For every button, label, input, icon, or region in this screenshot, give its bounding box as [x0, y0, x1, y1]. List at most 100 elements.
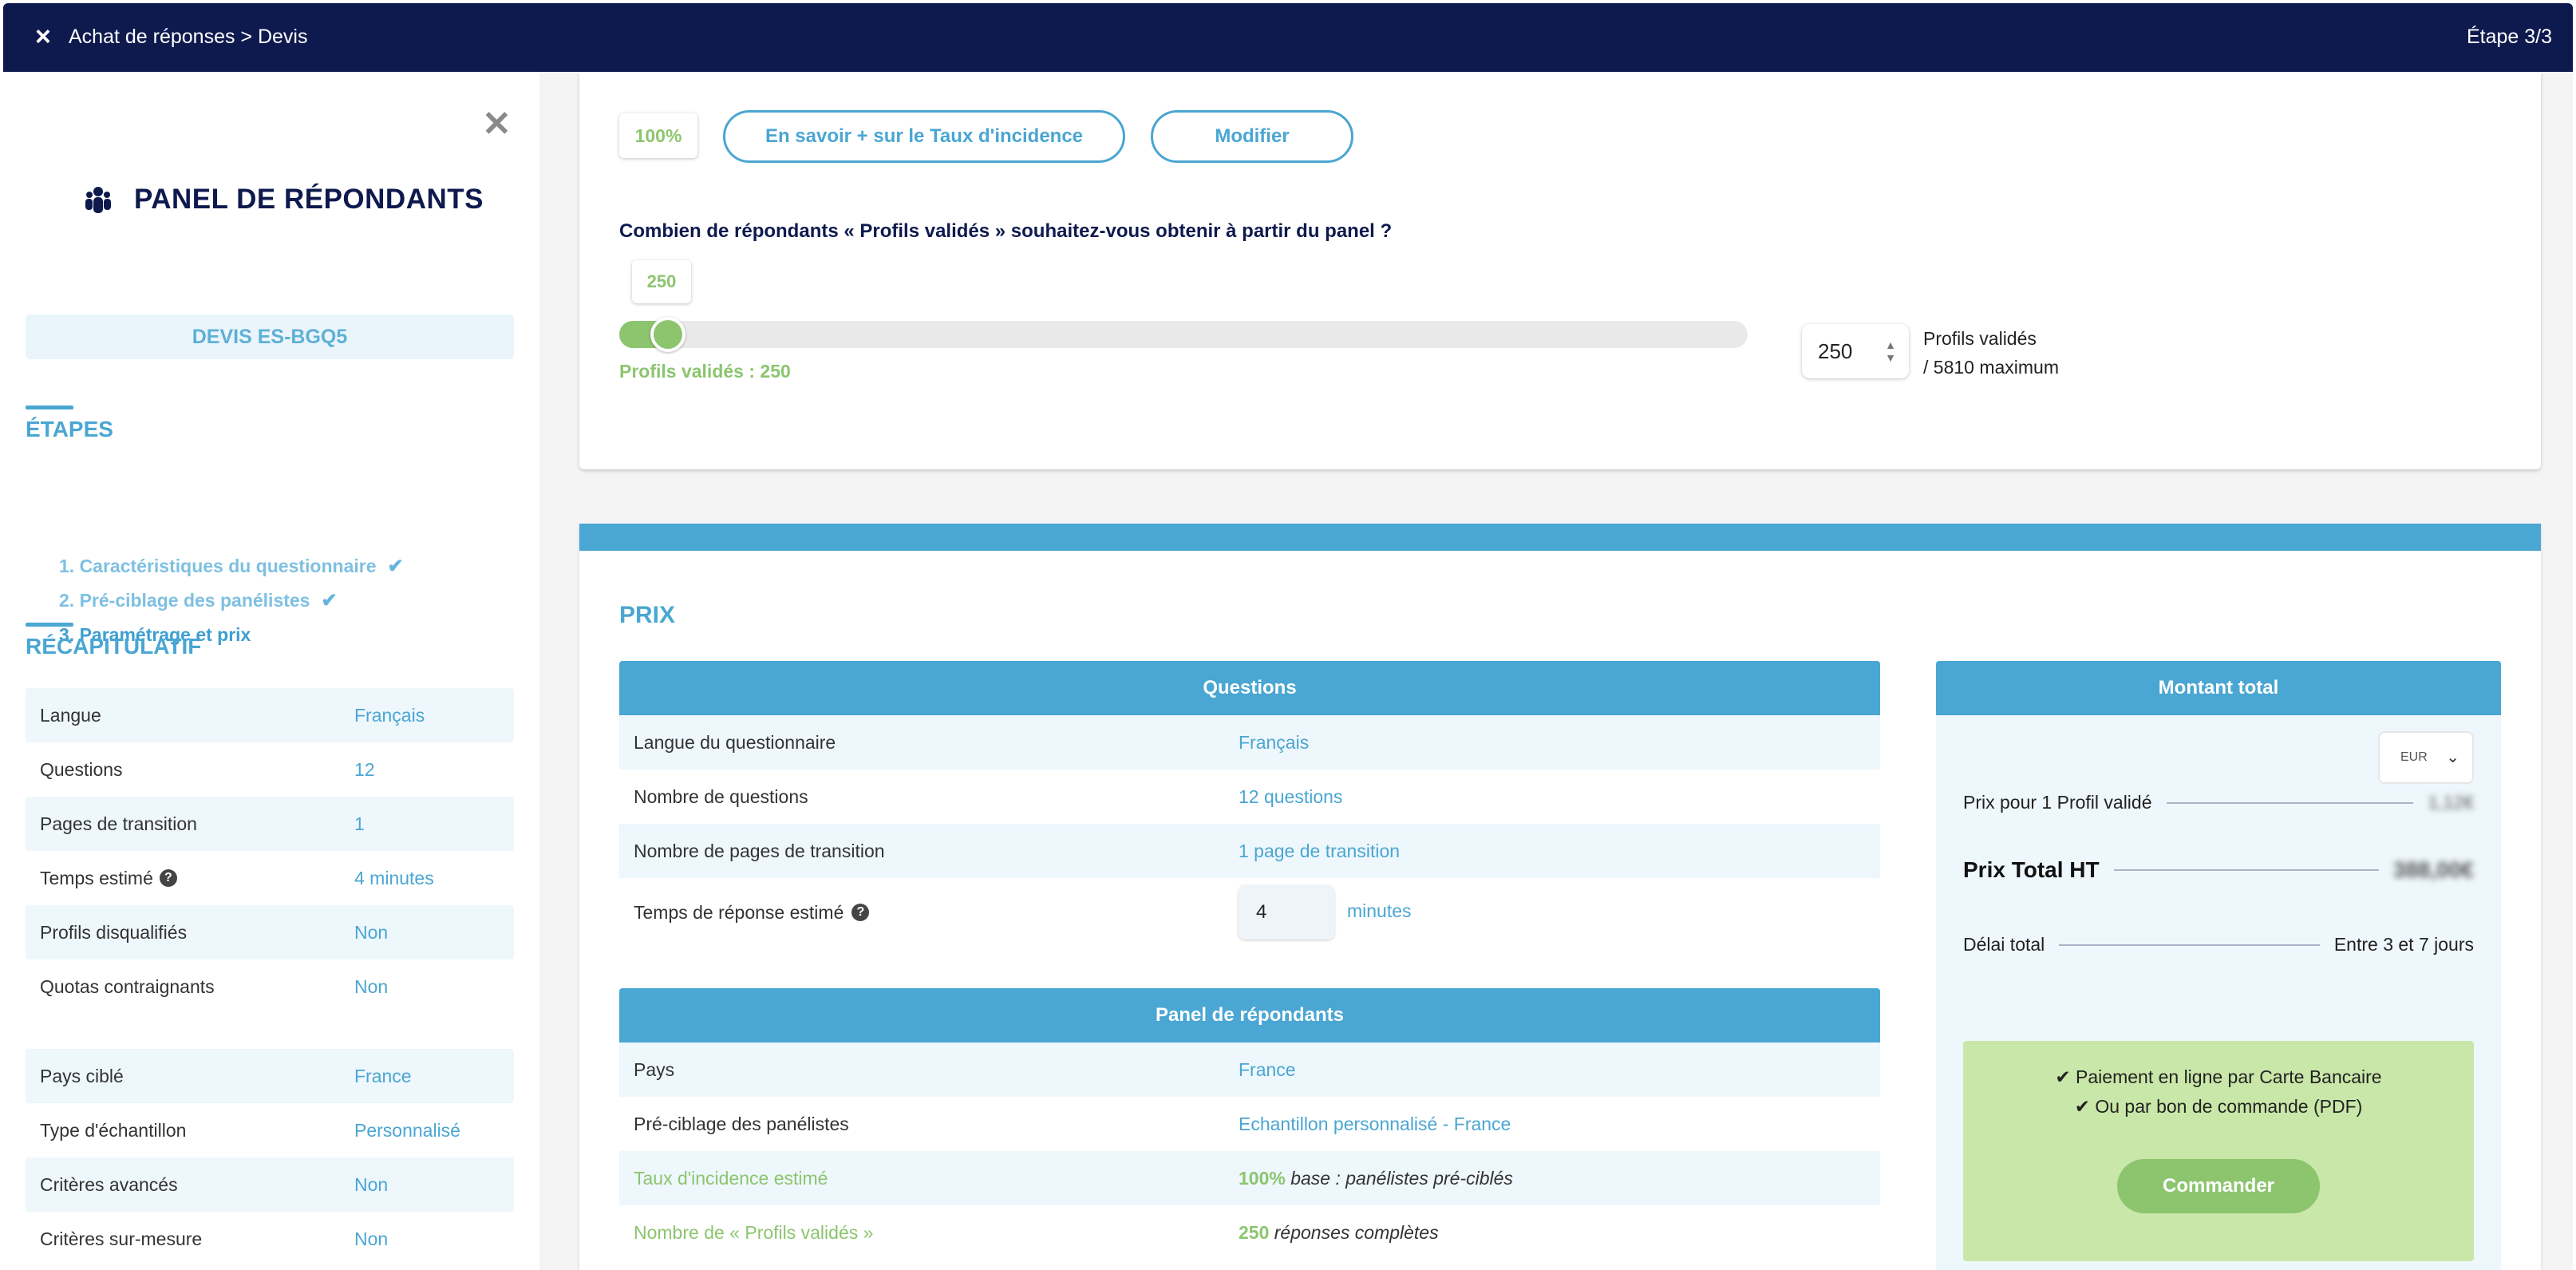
payment-option-text: Paiement en ligne par Carte Bancaire — [2076, 1066, 2382, 1087]
table-row: Nombre de pages de transition 1 page de t… — [619, 824, 1880, 878]
recap-row: Questions 12 — [26, 742, 514, 797]
respondents-number-input[interactable]: 250 ▲ ▼ — [1802, 324, 1909, 378]
people-icon — [85, 187, 111, 213]
step-item-2[interactable]: 2. Pré-ciblage des panélistes ✔ — [59, 584, 404, 618]
recap-value: 12 — [354, 758, 375, 780]
breadcrumb: Achat de réponses > Devis — [69, 26, 308, 48]
card-top-stripe — [579, 524, 2541, 551]
top-bar: × Achat de réponses > Devis Étape 3/3 — [3, 3, 2573, 72]
row-value: Echantillon personnalisé - France — [1239, 1113, 1511, 1134]
questions-table: Questions Langue du questionnaire Françai… — [619, 661, 1880, 947]
row-key: Pays — [634, 1058, 675, 1080]
modify-button[interactable]: Modifier — [1151, 110, 1353, 163]
row-value: France — [1239, 1058, 1296, 1080]
payment-option-1: ✔ Paiement en ligne par Carte Bancaire — [1963, 1066, 2474, 1088]
dotted-leader — [2166, 801, 2414, 804]
recap-key: Langue — [40, 704, 101, 726]
steps-heading: ÉTAPES — [26, 406, 113, 441]
panel-table-header: Panel de répondants — [619, 988, 1880, 1043]
number-input-value: 250 — [1818, 339, 1853, 363]
currency-select[interactable]: EUR ⌄ — [2378, 731, 2474, 784]
table-row: Pré-ciblage des panélistes Echantillon pe… — [619, 1097, 1880, 1151]
unit-price-label: Prix pour 1 Profil validé — [1963, 792, 2152, 813]
order-button[interactable]: Commander — [2117, 1159, 2320, 1213]
panel-table: Panel de répondants Pays France Pré-cibla… — [619, 988, 1880, 1260]
recap-value: 4 minutes — [354, 867, 434, 888]
row-key: Nombre de « Profils validés » — [634, 1221, 874, 1243]
respondents-slider[interactable] — [619, 317, 1748, 352]
total-header: Montant total — [1936, 661, 2501, 715]
table-row: Taux d'incidence estimé 100% base : panél… — [619, 1151, 1880, 1205]
spinner-icon[interactable]: ▲ ▼ — [1885, 338, 1896, 364]
recap-value: Non — [354, 921, 389, 943]
recap-key: Pages de transition — [40, 813, 197, 834]
total-panel: Montant total EUR ⌄ Prix pour 1 Profil va… — [1936, 661, 2501, 1270]
time-input[interactable]: 4 — [1239, 885, 1334, 940]
recap-key-with-help: Temps estimé? — [26, 868, 354, 889]
recap-row: Critères avancés Non — [26, 1157, 514, 1212]
respondents-question: Combien de répondants « Profils validés … — [619, 220, 1393, 242]
row-value: Français — [1239, 731, 1310, 753]
check-icon: ✔ — [2074, 1096, 2096, 1117]
devis-badge: DEVIS ES-BGQ5 — [26, 315, 514, 359]
table-row: Pays France — [619, 1043, 1880, 1097]
row-value: 100% base : panélistes pré-ciblés — [1239, 1168, 1513, 1189]
check-icon: ✔ — [2055, 1066, 2076, 1087]
check-icon: ✔ — [321, 590, 338, 611]
step-item-1[interactable]: 1. Caractéristiques du questionnaire ✔ — [59, 549, 404, 584]
row-value: 1 page de transition — [1239, 840, 1401, 861]
table-row: Nombre de « Profils validés » 250 réponse… — [619, 1205, 1880, 1260]
row-value: 4 minutes — [1239, 885, 1412, 940]
help-icon[interactable]: ? — [851, 904, 870, 921]
learn-more-button[interactable]: En savoir + sur le Taux d'incidence — [723, 110, 1125, 163]
max-label-line2: / 5810 maximum — [1923, 357, 2060, 378]
recap-row: Pages de transition 1 — [26, 797, 514, 851]
row-key: Nombre de questions — [634, 785, 808, 807]
row-key: Nombre de pages de transition — [634, 840, 885, 861]
max-label: Profils validés / 5810 maximum — [1923, 324, 2059, 382]
row-key: Langue du questionnaire — [634, 731, 836, 753]
total-price-value: 388,00€ — [2392, 857, 2474, 882]
row-key-with-help: Temps de réponse estimé? — [619, 902, 1239, 924]
delay-label: Délai total — [1963, 934, 2045, 955]
max-label-line1: Profils validés — [1923, 328, 2037, 349]
recap-row: Langue Français — [26, 688, 514, 742]
sidebar-close-icon[interactable]: ✕ — [482, 104, 512, 144]
recap-key: Critères avancés — [40, 1173, 178, 1195]
recap-value: Français — [354, 704, 425, 726]
slider-caption: Profils validés : 250 — [619, 361, 791, 382]
total-price-label: Prix Total HT — [1963, 857, 2100, 882]
sidebar-title-text: PANEL DE RÉPONDANTS — [134, 184, 484, 215]
unit-price-line: Prix pour 1 Profil validé 1,12€ — [1963, 792, 2474, 813]
table-row: Nombre de questions 12 questions — [619, 770, 1880, 824]
incidence-note: base : panélistes pré-ciblés — [1290, 1167, 1513, 1189]
step-label: 2. Pré-ciblage des panélistes — [59, 590, 310, 611]
incidence-badge: 100% — [619, 113, 697, 158]
currency-value: EUR — [2400, 750, 2428, 764]
recap-value: Non — [354, 975, 389, 997]
slider-handle[interactable] — [650, 317, 685, 352]
recap-value: 1 — [354, 813, 365, 834]
payment-option-2: ✔ Ou par bon de commande (PDF) — [1963, 1096, 2474, 1118]
sidebar: ✕ PANEL DE RÉPONDANTS DEVIS ES-BGQ5 ÉTAP… — [3, 72, 539, 1270]
profils-value: 250 — [1239, 1221, 1270, 1243]
step-label: 1. Caractéristiques du questionnaire — [59, 556, 377, 576]
delay-line: Délai total Entre 3 et 7 jours — [1963, 934, 2474, 955]
price-heading: PRIX — [619, 602, 676, 628]
table-row: Langue du questionnaire Français — [619, 715, 1880, 770]
row-key: Pré-ciblage des panélistes — [634, 1113, 849, 1134]
check-icon: ✔ — [387, 556, 404, 577]
payment-option-text: Ou par bon de commande (PDF) — [2095, 1096, 2363, 1117]
recap-key: Pays ciblé — [40, 1065, 124, 1086]
recap-key: Quotas contraignants — [40, 975, 215, 997]
row-value: 250 réponses complètes — [1239, 1222, 1439, 1244]
recap-row: Pays ciblé France — [26, 1049, 514, 1103]
recap-key: Critères sur-mesure — [40, 1228, 203, 1249]
slider-value-bubble: 250 — [632, 260, 691, 303]
delay-value: Entre 3 et 7 jours — [2333, 934, 2474, 955]
close-icon[interactable]: × — [35, 21, 51, 53]
incidence-value: 100% — [1239, 1167, 1286, 1189]
incidence-card: 100% En savoir + sur le Taux d'incidence… — [579, 72, 2541, 469]
recap-key: Type d'échantillon — [40, 1119, 187, 1141]
help-icon[interactable]: ? — [159, 869, 177, 887]
